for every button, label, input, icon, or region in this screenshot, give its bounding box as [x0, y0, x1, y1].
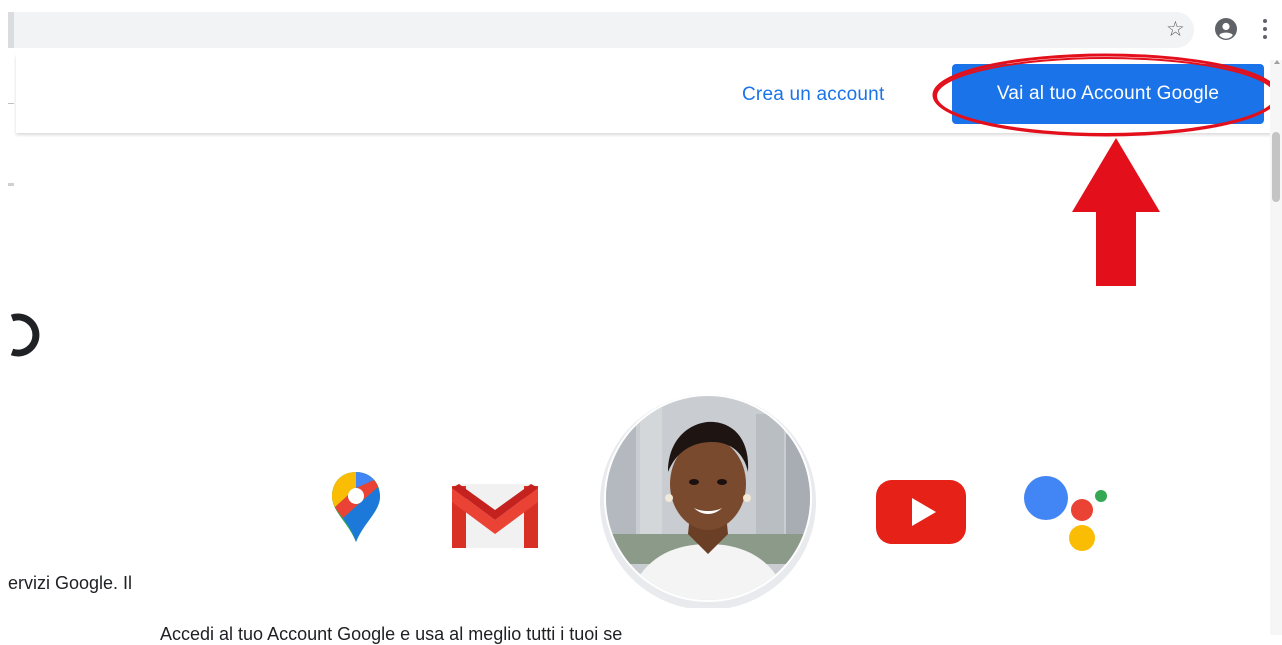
left-divider	[8, 103, 14, 104]
scroll-up-icon[interactable]	[1274, 60, 1280, 64]
bookmark-star-icon[interactable]: ☆	[1166, 18, 1188, 40]
address-bar-edge	[8, 12, 14, 48]
youtube-icon	[876, 480, 966, 544]
address-bar[interactable]	[8, 12, 1194, 48]
google-assistant-icon	[1024, 476, 1107, 551]
annotation-arrow-icon	[1072, 138, 1160, 286]
browser-toolbar: ☆	[0, 0, 1282, 60]
google-maps-icon	[332, 472, 380, 542]
left-divider	[8, 183, 14, 186]
more-menu-icon[interactable]	[1262, 19, 1268, 41]
services-text-fragment: ervizi Google. Il	[8, 573, 133, 593]
profile-icon[interactable]	[1214, 17, 1238, 41]
logo-fragment	[10, 313, 40, 357]
profile-photo	[600, 394, 816, 608]
create-account-link[interactable]: Crea un account	[742, 84, 884, 106]
go-to-google-account-button[interactable]: Vai al tuo Account Google	[952, 64, 1264, 124]
scrollbar-thumb[interactable]	[1272, 132, 1280, 202]
gmail-icon	[452, 484, 538, 548]
